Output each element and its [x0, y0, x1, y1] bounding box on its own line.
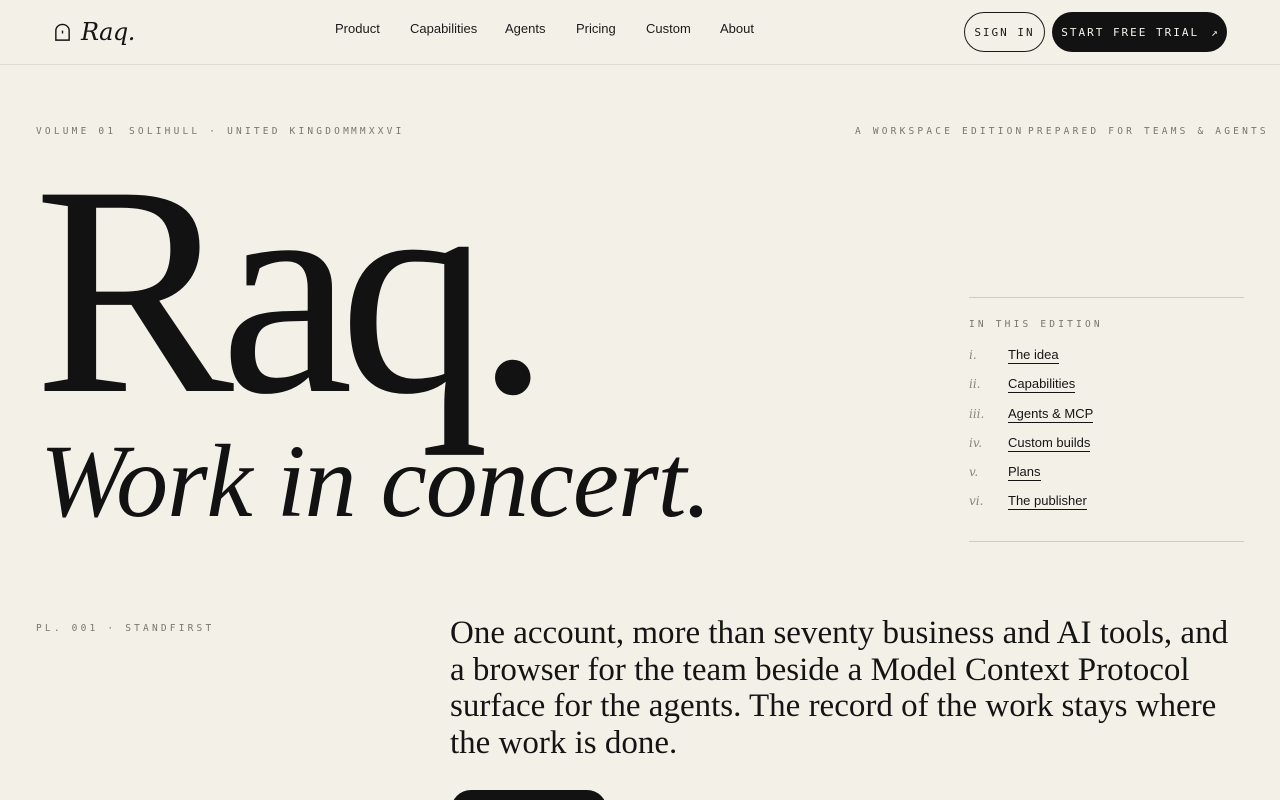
arrow-up-right-icon: ↗ [1211, 25, 1218, 39]
toc-numeral: i. [969, 348, 977, 362]
toc-numeral: v. [969, 465, 979, 480]
primary-cta-button[interactable] [451, 790, 607, 800]
sign-in-label: SIGN IN [974, 25, 1035, 39]
hero-title: Raq. [34, 124, 550, 456]
nav-link-custom[interactable]: Custom [646, 21, 691, 36]
toc-item-idea: i. The idea [969, 347, 1244, 376]
toc-item-capabilities: ii. Capabilities [969, 376, 1244, 405]
nav-link-agents[interactable]: Agents [505, 21, 545, 36]
nav-link-pricing[interactable]: Pricing [576, 21, 616, 36]
start-free-trial-label: START FREE TRIAL [1061, 25, 1200, 39]
toc-item-agents: iii. Agents & MCP [969, 406, 1244, 435]
toc-link-agents-mcp[interactable]: Agents & MCP [1008, 406, 1094, 423]
toc-numeral: ii. [969, 377, 981, 392]
standfirst-label: PL. 001 · STANDFIRST [36, 623, 215, 634]
start-free-trial-button[interactable]: START FREE TRIAL ↗ [1052, 12, 1227, 52]
toc-link-the-publisher[interactable]: The publisher [1008, 493, 1087, 511]
meta-prepared: PREPARED FOR TEAMS & AGENTS [1028, 126, 1269, 137]
sign-in-button[interactable]: SIGN IN [964, 12, 1045, 52]
toc-link-plans[interactable]: Plans [1008, 464, 1041, 482]
toc-item-publisher: vi. The publisher [969, 493, 1244, 522]
top-navigation-bar: Raq. Product Capabilities Agents Pricing… [0, 0, 1280, 65]
table-of-contents: IN THIS EDITION i. The idea ii. Capabili… [969, 297, 1244, 542]
meta-edition: A WORKSPACE EDITION [855, 126, 1025, 137]
toc-item-plans: v. Plans [969, 464, 1244, 493]
toc-link-capabilities[interactable]: Capabilities [1008, 376, 1076, 394]
toc-numeral: iv. [969, 435, 983, 450]
hero-subtitle: Work in concert. [40, 424, 711, 539]
nav-link-about[interactable]: About [720, 21, 754, 36]
toc-item-custom: iv. Custom builds [969, 435, 1244, 464]
toc-heading: IN THIS EDITION [969, 319, 1103, 330]
nav-link-capabilities[interactable]: Capabilities [410, 21, 477, 36]
nav-link-product[interactable]: Product [335, 21, 380, 36]
toc-numeral: iii. [969, 406, 985, 421]
standfirst-text: One account, more than seventy business … [450, 615, 1229, 761]
toc-link-the-idea[interactable]: The idea [1008, 347, 1059, 364]
toc-link-custom-builds[interactable]: Custom builds [1008, 435, 1091, 452]
toc-numeral: vi. [969, 494, 984, 509]
